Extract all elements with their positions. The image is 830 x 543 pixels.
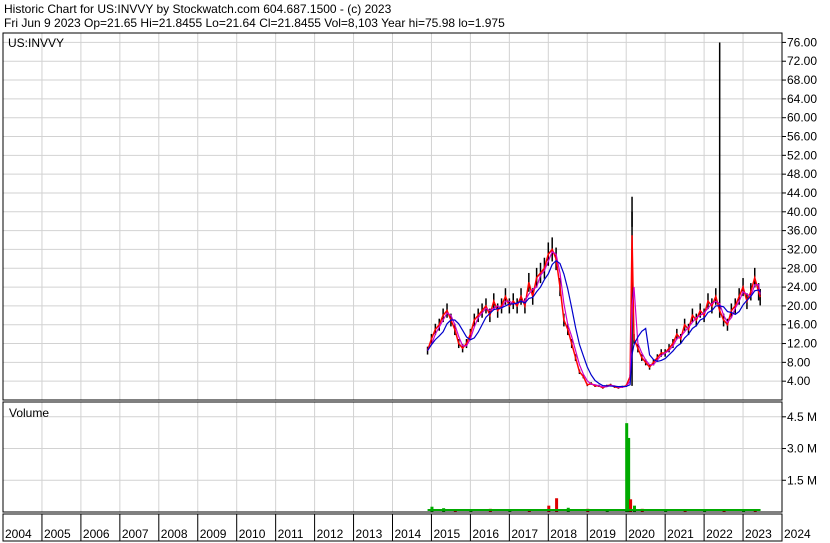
- price-tick-label: 56.00: [787, 130, 817, 144]
- x-tick-label: 2016: [472, 527, 499, 541]
- x-tick-label: 2013: [356, 527, 383, 541]
- price-tick-label: 48.00: [787, 167, 817, 181]
- x-tick-label: 2014: [395, 527, 422, 541]
- x-tick-label: 2017: [511, 527, 538, 541]
- volume-bars: [427, 423, 761, 512]
- price-tick-label: 44.00: [787, 186, 817, 200]
- volume-tick-label: 4.5 M: [787, 410, 817, 424]
- price-grid: [2, 33, 783, 400]
- x-tick-label: 2020: [628, 527, 655, 541]
- x-tick-label: 2024: [784, 527, 811, 541]
- x-tick-label: 2012: [317, 527, 344, 541]
- volume-panel: Volume 1.5 M 3.0 M 4.5 M: [2, 401, 817, 513]
- price-marks: [426, 42, 761, 389]
- x-tick-label: 2015: [433, 527, 460, 541]
- price-tick-label: 72.00: [787, 54, 817, 68]
- price-tick-label: 12.00: [787, 337, 817, 351]
- volume-tick-label: 1.5 M: [787, 473, 817, 487]
- price-tick-label: 76.00: [787, 35, 817, 49]
- x-tick-label: 2011: [278, 527, 304, 541]
- x-tick-label: 2018: [550, 527, 577, 541]
- price-panel: US:INVVY 4.00 8.00 12.00 16.00 20.00 24.00 28.…: [2, 32, 817, 401]
- price-tick-label: 8.00: [787, 355, 811, 369]
- x-axis: 2004 2005 2006 2007 2008 2009 2010 2011 2012 2013…: [2, 513, 811, 542]
- price-tick-label: 40.00: [787, 205, 817, 219]
- stock-chart: Historic Chart for US:INVVY by Stockwatc…: [2, 2, 817, 542]
- chart-header-title: Historic Chart for US:INVVY by Stockwatc…: [4, 2, 392, 16]
- price-tick-label: 68.00: [787, 73, 817, 87]
- price-tick-label: 24.00: [787, 280, 817, 294]
- x-tick-label: 2005: [44, 527, 71, 541]
- price-tick-label: 60.00: [787, 111, 817, 125]
- long-ma-line: [427, 259, 761, 388]
- volume-grid: [2, 402, 783, 512]
- x-tick-label: 2019: [589, 527, 616, 541]
- price-axis: 4.00 8.00 12.00 16.00 20.00 24.00 28.00 32.00 36…: [782, 35, 817, 388]
- x-tick-label: 2023: [745, 527, 772, 541]
- volume-title: Volume: [9, 406, 49, 420]
- price-tick-label: 52.00: [787, 148, 817, 162]
- symbol-label: US:INVVY: [8, 36, 64, 50]
- x-tick-label: 2010: [239, 527, 266, 541]
- x-tick-label: 2009: [200, 527, 227, 541]
- volume-bar: [632, 505, 636, 512]
- x-tick-label: 2007: [122, 527, 149, 541]
- price-tick-label: 28.00: [787, 261, 817, 275]
- price-tick-label: 20.00: [787, 299, 817, 313]
- x-tick-label: 2004: [5, 527, 32, 541]
- price-tick-label: 4.00: [787, 374, 811, 388]
- price-tick-label: 64.00: [787, 92, 817, 106]
- chart-header-quote: Fri Jun 9 2023 Op=21.65 Hi=21.8455 Lo=21…: [4, 16, 505, 30]
- price-tick-label: 16.00: [787, 318, 817, 332]
- x-tick-label: 2022: [706, 527, 733, 541]
- volume-tick-label: 3.0 M: [787, 442, 817, 456]
- x-tick-label: 2021: [667, 527, 694, 541]
- x-tick-label: 2006: [83, 527, 110, 541]
- price-tick-label: 36.00: [787, 224, 817, 238]
- volume-bar: [547, 505, 551, 512]
- volume-axis: 1.5 M 3.0 M 4.5 M: [782, 410, 817, 487]
- x-tick-label: 2008: [161, 527, 188, 541]
- short-ma-line: [427, 250, 761, 388]
- price-tick-label: 32.00: [787, 242, 817, 256]
